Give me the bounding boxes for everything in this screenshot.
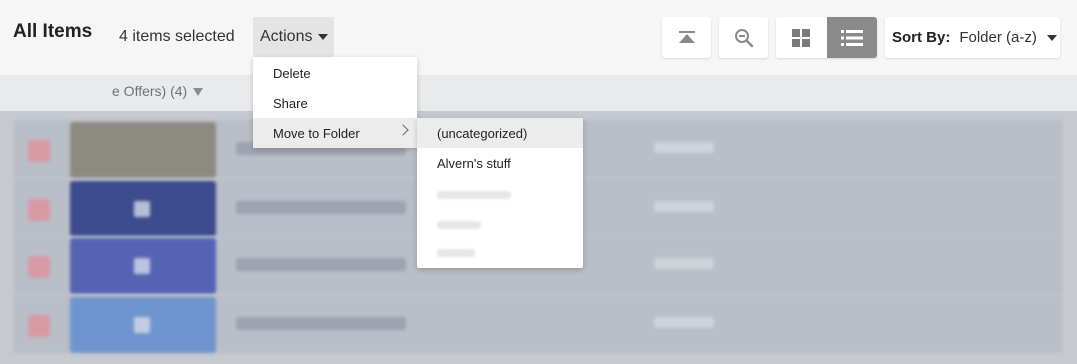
item-thumbnail[interactable] xyxy=(70,297,216,353)
actions-menu: Delete Share Move to Folder xyxy=(253,57,417,148)
menu-item-label: Move to Folder xyxy=(273,125,360,141)
placeholder-icon xyxy=(134,317,150,333)
row-checkbox[interactable] xyxy=(28,315,50,337)
scroll-top-button[interactable] xyxy=(662,17,711,58)
placeholder-icon xyxy=(134,258,150,274)
folder-item-label: Alvern's stuff xyxy=(437,155,511,171)
page-title: All Items xyxy=(13,21,93,42)
actions-button[interactable]: Actions xyxy=(253,17,334,57)
item-meta xyxy=(654,201,714,212)
caret-down-icon xyxy=(1046,34,1057,41)
item-thumbnail[interactable] xyxy=(70,181,216,237)
folder-item-obscured[interactable] xyxy=(417,210,583,240)
actions-label: Actions xyxy=(260,28,313,45)
folder-item-obscured[interactable] xyxy=(417,238,583,268)
obscured-label xyxy=(437,191,511,199)
list-view-icon xyxy=(840,29,863,46)
item-thumbnail[interactable] xyxy=(70,238,216,294)
sort-label: Sort By: xyxy=(892,29,951,46)
obscured-label xyxy=(437,221,481,229)
menu-item-move-to-folder[interactable]: Move to Folder xyxy=(253,118,417,148)
table-row[interactable] xyxy=(14,295,1062,353)
item-meta xyxy=(654,142,714,153)
chevron-right-icon xyxy=(397,124,409,136)
collapse-caret-icon[interactable] xyxy=(193,88,204,97)
scroll-to-top-icon xyxy=(678,30,695,43)
folder-item-alverns-stuff[interactable]: Alvern's stuff xyxy=(417,148,583,178)
folder-submenu: (uncategorized) Alvern's stuff xyxy=(417,118,583,268)
row-checkbox[interactable] xyxy=(28,199,50,221)
menu-item-share[interactable]: Share xyxy=(253,88,417,118)
item-title xyxy=(236,317,406,330)
row-checkbox[interactable] xyxy=(28,140,50,162)
folder-item-label: (uncategorized) xyxy=(437,125,528,141)
group-header[interactable]: e Offers) (4) xyxy=(0,75,1077,111)
grid-view-button[interactable] xyxy=(776,17,827,58)
sort-value: Folder (a-z) xyxy=(959,29,1037,46)
menu-item-delete[interactable]: Delete xyxy=(253,58,417,88)
page: e Offers) (4) All Items 4 items selected… xyxy=(0,0,1077,364)
item-title xyxy=(236,258,406,271)
list-view-button[interactable] xyxy=(826,17,877,58)
sort-select[interactable]: Sort By: Folder (a-z) xyxy=(885,17,1060,58)
menu-item-label: Delete xyxy=(273,65,311,81)
item-meta xyxy=(654,317,714,328)
view-toggle xyxy=(776,17,877,58)
menu-item-label: Share xyxy=(273,95,308,111)
grid-view-icon xyxy=(792,28,811,47)
group-label: e Offers) (4) xyxy=(112,83,204,99)
caret-down-icon xyxy=(318,34,329,40)
toolbar: All Items 4 items selected Actions Sort … xyxy=(0,0,1077,75)
obscured-label xyxy=(437,249,475,257)
folder-item-obscured[interactable] xyxy=(417,180,583,210)
folder-item-uncategorized[interactable]: (uncategorized) xyxy=(417,118,583,148)
zoom-out-icon xyxy=(734,28,753,47)
item-meta xyxy=(654,258,714,269)
row-checkbox[interactable] xyxy=(28,256,50,278)
zoom-out-button[interactable] xyxy=(719,17,768,58)
selection-count: 4 items selected xyxy=(119,28,235,45)
placeholder-icon xyxy=(134,201,150,217)
item-title xyxy=(236,201,406,214)
item-thumbnail[interactable] xyxy=(70,122,216,178)
